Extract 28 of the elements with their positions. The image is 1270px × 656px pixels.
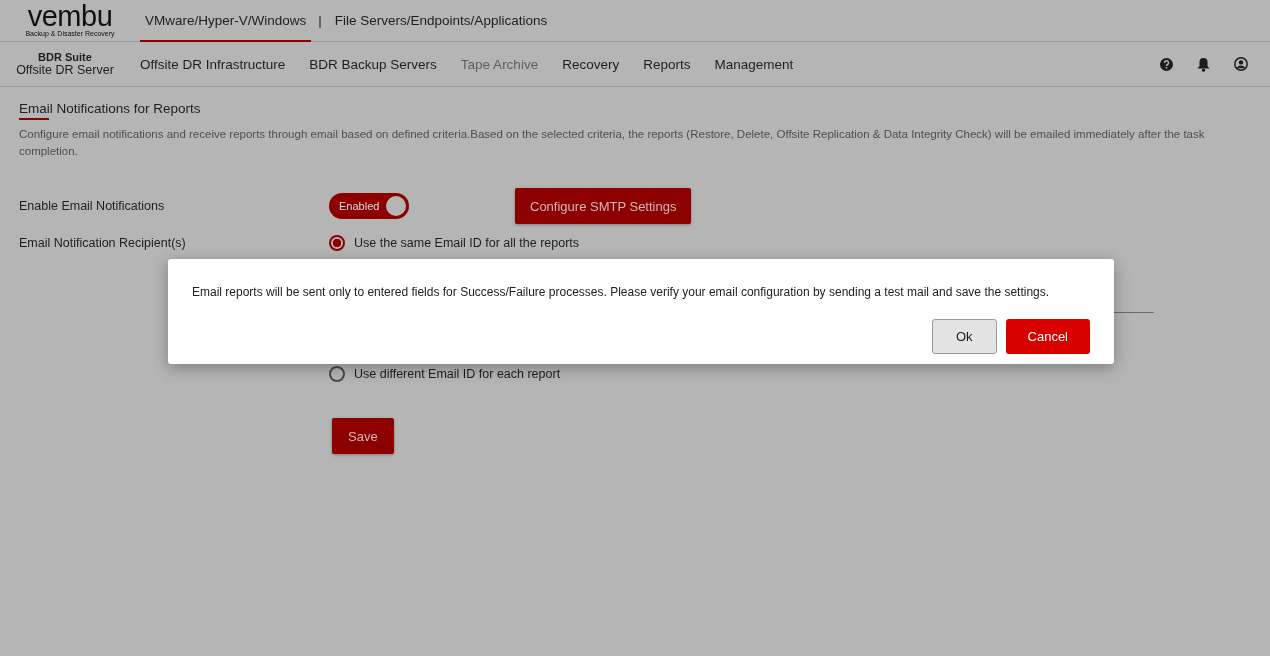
product-tab[interactable]: File Servers/Endpoints/Applications bbox=[329, 0, 553, 42]
nav-item[interactable]: Offsite DR Infrastructure bbox=[140, 52, 286, 76]
enable-toggle[interactable]: Enabled bbox=[329, 193, 409, 219]
dialog-message: Email reports will be sent only to entered fields for Success/Failure processes. Please verify your email configuration by sending a test mail and save the settings. bbox=[192, 284, 1051, 300]
field-label: Email Notification Recipient(s) bbox=[19, 235, 187, 250]
page-description: Configure email notifications and receive reports through email based on defined criteria.Based on the selected criteria, the reports (Restore, Delete, Offsite Replication & Data Integrity Check) will be emailed immediately after the task completion. bbox=[19, 127, 1206, 159]
configure-smtp-button[interactable]: Configure SMTP Settings bbox=[515, 188, 692, 224]
radio-button[interactable] bbox=[329, 235, 345, 251]
help-icon[interactable] bbox=[1160, 57, 1173, 71]
dialog-button[interactable]: Ok bbox=[931, 319, 997, 354]
suite-title: BDR Suite bbox=[38, 51, 92, 63]
nav-item[interactable]: Recovery bbox=[562, 52, 620, 76]
nav-item[interactable]: Management bbox=[714, 52, 794, 76]
nav-item[interactable]: BDR Backup Servers bbox=[309, 52, 437, 76]
page-title: Email Notifications for Reports bbox=[19, 101, 201, 120]
tab-separator: | bbox=[318, 13, 322, 28]
save-button[interactable]: Save bbox=[332, 418, 394, 454]
radio-label: Use the same Email ID for all the reports bbox=[354, 236, 580, 250]
dialog-button[interactable]: Cancel bbox=[1005, 319, 1090, 354]
field-label: Enable Email Notifications bbox=[19, 199, 166, 213]
notification-bell-icon[interactable] bbox=[1197, 56, 1210, 72]
suite-subtitle: Offsite DR Server bbox=[16, 63, 114, 77]
radio-label: Use different Email ID for each report bbox=[354, 367, 561, 381]
radio-button[interactable] bbox=[329, 366, 345, 382]
product-tab[interactable]: VMware/Hyper-V/Windows bbox=[140, 0, 312, 42]
logo-wordmark: vembu bbox=[27, 4, 113, 28]
nav-item[interactable]: Reports bbox=[643, 52, 691, 76]
user-account-icon[interactable] bbox=[1234, 57, 1248, 71]
